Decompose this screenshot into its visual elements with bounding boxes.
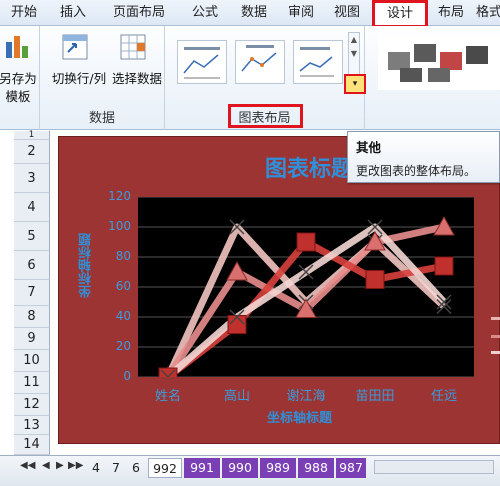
chart-x-axis-title[interactable]: 坐标轴标题	[267, 407, 332, 426]
highlight-chart-layout-label	[228, 104, 303, 128]
row-header-5[interactable]: 5	[14, 222, 50, 251]
sheet-tab-987[interactable]: 987	[336, 458, 366, 478]
more-chevron-icon: ▾	[352, 79, 358, 89]
y-tick-label: 100	[108, 219, 131, 233]
prev-sheet-icon[interactable]: ◀	[42, 460, 50, 471]
x-tick-label: 任远	[430, 389, 457, 404]
row-header-4[interactable]: 4	[14, 193, 50, 222]
y-tick-label: 120	[108, 189, 131, 203]
row-header-10[interactable]: 10	[14, 350, 50, 372]
save-template-icon[interactable]	[4, 34, 30, 60]
data-point-s3-2[interactable]	[296, 232, 316, 252]
chart-layout-option-1[interactable]	[177, 40, 227, 84]
row-header-3[interactable]: 3	[14, 164, 50, 193]
data-point-s3-4[interactable]	[434, 256, 454, 276]
sheet-tab-989[interactable]: 989	[260, 458, 296, 478]
legend-mark-1	[491, 317, 500, 320]
ribbon: 另存为 模板 切换行/列 选择数据 数据 ▲ ▼ ▾ 图表布局	[0, 26, 500, 130]
group-data: 切换行/列 选择数据 数据	[40, 26, 165, 130]
tab-home[interactable]: 开始	[0, 0, 48, 26]
group-chart-styles	[370, 26, 500, 130]
chart-style-option[interactable]	[378, 34, 500, 90]
data-point-s2-1[interactable]	[226, 260, 248, 281]
chart-title[interactable]: 图表标题	[265, 151, 353, 183]
switch-rowcol-icon[interactable]	[62, 34, 88, 60]
legend-mark-2	[491, 335, 500, 338]
tab-view[interactable]: 视图	[324, 0, 370, 26]
tab-review[interactable]: 审阅	[278, 0, 324, 26]
switch-rowcol-button[interactable]: 切换行/列	[44, 70, 114, 88]
row-header-9[interactable]: 9	[14, 328, 50, 350]
save-template-label-1[interactable]: 另存为	[0, 70, 40, 88]
x-tick-label: 姓名	[154, 389, 181, 404]
sheet-tab-bar: ◀◀ ◀ ▶ ▶▶ 4 7 6 992 991 990 989 988 987	[0, 455, 500, 486]
row-header-14[interactable]: 14	[14, 435, 50, 455]
row-header-2[interactable]: 2	[14, 140, 50, 164]
row-header-6[interactable]: 6	[14, 251, 50, 280]
group-type: 另存为 模板	[0, 26, 40, 130]
tooltip-description: 更改图表的整体布局。	[356, 164, 477, 178]
tab-formulas[interactable]: 公式	[180, 0, 230, 26]
tooltip-more: 其他 更改图表的整体布局。	[347, 131, 500, 183]
chart-layout-option-3[interactable]	[293, 40, 343, 84]
row-header-11[interactable]: 11	[14, 372, 50, 394]
gallery-up-icon[interactable]: ▲	[349, 33, 359, 47]
first-sheet-icon[interactable]: ◀◀	[20, 460, 35, 471]
sheet-tab-992[interactable]: 992	[148, 458, 182, 478]
y-tick-label: 80	[115, 249, 131, 263]
sheet-tab-991[interactable]: 991	[184, 458, 220, 478]
plot-area[interactable]	[138, 197, 474, 377]
y-tick-label: 20	[115, 339, 131, 353]
tooltip-title: 其他	[356, 140, 382, 155]
gallery-more-button[interactable]: ▾	[344, 74, 366, 94]
x-tick-label: 谢江海	[286, 389, 326, 404]
tab-data[interactable]: 数据	[230, 0, 278, 26]
row-header-13[interactable]: 13	[14, 416, 50, 435]
save-template-label-2[interactable]: 模板	[0, 88, 40, 106]
data-point-s3-0[interactable]	[158, 367, 178, 377]
select-data-button[interactable]: 选择数据	[106, 70, 168, 88]
horizontal-scrollbar[interactable]	[374, 460, 494, 474]
row-header-1[interactable]: 1	[14, 131, 50, 140]
gallery-down-icon[interactable]: ▼	[349, 47, 359, 61]
sheet-tab-7[interactable]: 7	[108, 458, 124, 478]
tab-layout[interactable]: 布局	[428, 0, 474, 26]
sheet-tab-6[interactable]: 6	[128, 458, 144, 478]
tab-insert[interactable]: 插入	[48, 0, 98, 26]
select-data-icon[interactable]	[120, 34, 146, 60]
row-header-7[interactable]: 7	[14, 280, 50, 306]
sheet-tab-988[interactable]: 988	[298, 458, 334, 478]
data-point-s3-3[interactable]	[365, 270, 385, 289]
chart-layout-option-2[interactable]	[235, 40, 285, 84]
x-tick-label: 苗田田	[355, 389, 395, 404]
sheet-tab-990[interactable]: 990	[222, 458, 258, 478]
next-sheet-icon[interactable]: ▶	[56, 460, 64, 471]
x-tick-label: 高山	[223, 389, 250, 404]
tab-format[interactable]: 格式	[476, 0, 500, 26]
highlight-design-tab	[372, 0, 428, 28]
last-sheet-icon[interactable]: ▶▶	[68, 460, 83, 471]
y-tick-label: 0	[123, 369, 131, 383]
row-header-8[interactable]: 8	[14, 306, 50, 328]
chart-y-axis-title[interactable]: 坐标轴标题	[77, 233, 97, 298]
group-data-label: 数据	[88, 111, 115, 126]
row-header-12[interactable]: 12	[14, 394, 50, 416]
sheet-tab-4[interactable]: 4	[88, 458, 104, 478]
tab-page-layout[interactable]: 页面布局	[98, 0, 180, 26]
chart-svg	[138, 197, 474, 377]
legend-mark-3	[491, 351, 500, 354]
data-point-s3-1[interactable]	[227, 315, 247, 334]
y-tick-label: 40	[115, 309, 131, 323]
y-tick-label: 60	[115, 279, 131, 293]
